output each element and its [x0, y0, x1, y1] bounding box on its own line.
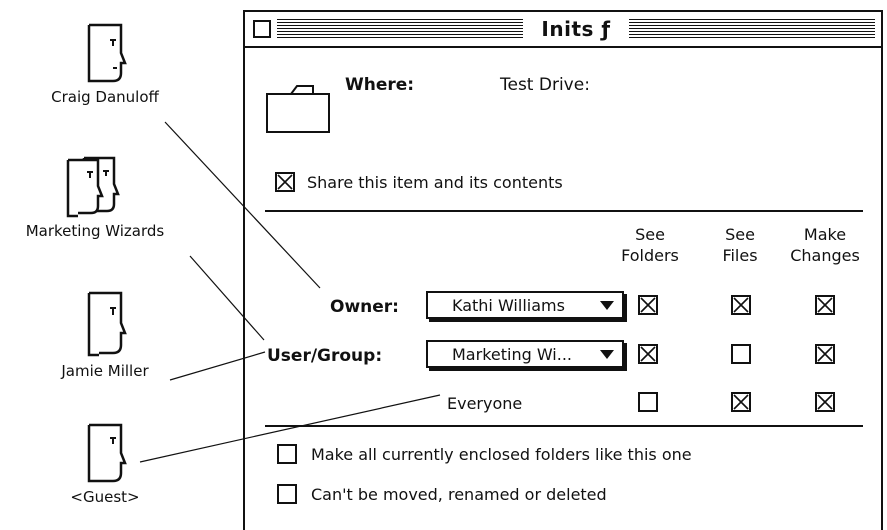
- col-see-folders: See Folders: [621, 225, 679, 265]
- perm-see-folders-checkbox[interactable]: [638, 344, 658, 364]
- perm-see-folders-checkbox[interactable]: [638, 392, 658, 412]
- window-title: Inits ƒ: [529, 17, 623, 41]
- group-icon: [66, 156, 120, 218]
- everyone-label: Everyone: [447, 394, 523, 413]
- user-label: Jamie Miller: [61, 362, 149, 380]
- user-label: <Guest>: [70, 488, 140, 506]
- folder-icon: [266, 85, 330, 133]
- perm-make-changes-checkbox[interactable]: [815, 392, 835, 412]
- perm-see-files-checkbox[interactable]: [731, 295, 751, 315]
- title-bar[interactable]: Inits ƒ: [245, 12, 881, 48]
- perm-see-files-checkbox[interactable]: [731, 344, 751, 364]
- share-label: Share this item and its contents: [307, 173, 563, 192]
- divider: [265, 425, 863, 427]
- title-stripes: [277, 19, 524, 39]
- owner-popup[interactable]: Kathi Williams: [426, 291, 624, 319]
- enclosed-folders-label: Make all currently enclosed folders like…: [311, 445, 692, 464]
- divider: [265, 210, 863, 212]
- user-group-popup[interactable]: Marketing Wi...: [426, 340, 624, 368]
- user-marketing-wizards[interactable]: Marketing Wizards: [0, 152, 190, 240]
- user-icon: [87, 291, 127, 357]
- owner-label: Owner:: [330, 297, 399, 317]
- user-guest[interactable]: <Guest>: [20, 422, 190, 506]
- locked-checkbox[interactable]: [277, 484, 297, 504]
- owner-popup-value: Kathi Williams: [452, 295, 565, 315]
- user-label: Craig Danuloff: [51, 88, 159, 106]
- user-label: Marketing Wizards: [25, 222, 165, 240]
- col-see-files: See Files: [722, 225, 758, 265]
- perm-make-changes-checkbox[interactable]: [815, 295, 835, 315]
- where-value: Test Drive:: [500, 75, 590, 95]
- user-craig[interactable]: Craig Danuloff: [20, 22, 190, 106]
- user-group-popup-value: Marketing Wi...: [452, 344, 572, 364]
- popup-arrow-icon: [600, 301, 614, 310]
- perm-see-folders-checkbox[interactable]: [638, 295, 658, 315]
- sharing-window: Inits ƒ Where: Test Drive: Share this it…: [243, 10, 883, 530]
- close-box[interactable]: [253, 20, 271, 38]
- col-make-changes: Make Changes: [790, 225, 860, 265]
- user-jamie[interactable]: Jamie Miller: [20, 290, 190, 380]
- enclosed-folders-checkbox[interactable]: [277, 444, 297, 464]
- popup-arrow-icon: [600, 350, 614, 359]
- perm-see-files-checkbox[interactable]: [731, 392, 751, 412]
- user-group-label: User/Group:: [267, 346, 383, 366]
- title-stripes: [628, 19, 876, 39]
- perm-make-changes-checkbox[interactable]: [815, 344, 835, 364]
- guest-icon: [87, 423, 127, 483]
- user-icon: [87, 23, 127, 83]
- share-checkbox[interactable]: [275, 172, 295, 192]
- where-label: Where:: [345, 75, 415, 95]
- locked-label: Can't be moved, renamed or deleted: [311, 485, 607, 504]
